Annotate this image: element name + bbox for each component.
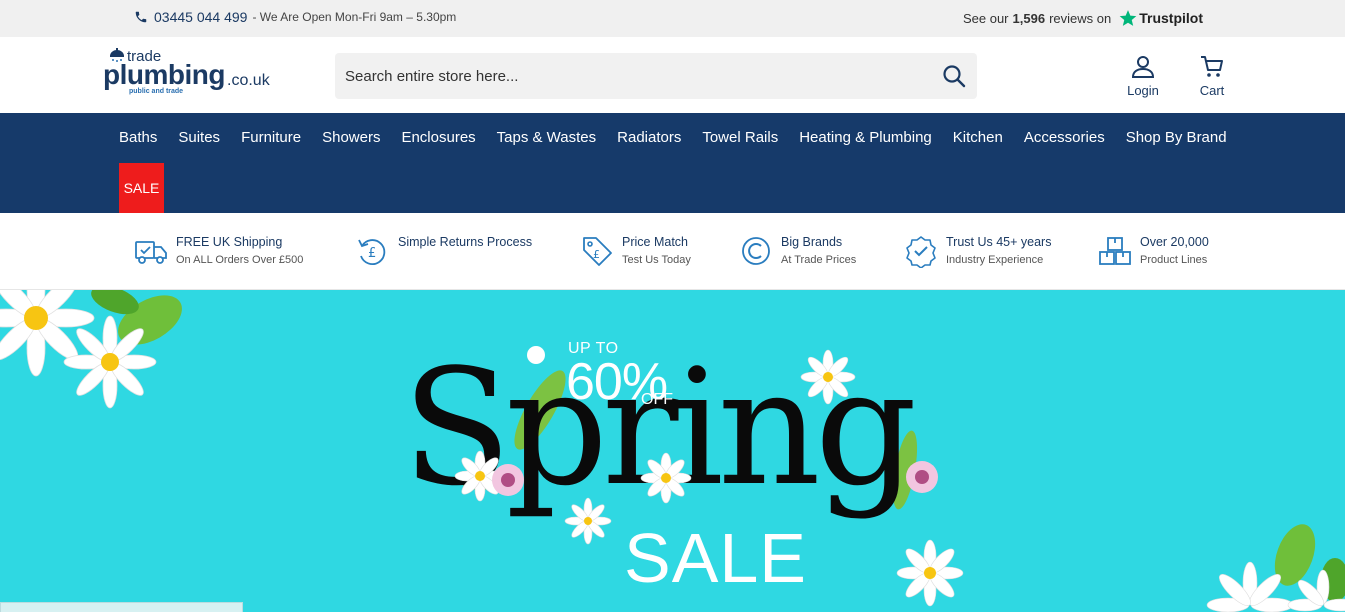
- boxes-icon: [1099, 237, 1131, 265]
- reviews-suffix: reviews on: [1049, 10, 1112, 26]
- usp-big-brands[interactable]: Big Brands At Trade Prices: [739, 234, 856, 270]
- trustpilot-name: Trustpilot: [1139, 10, 1203, 26]
- nav-item-taps-wastes[interactable]: Taps & Wastes: [497, 129, 596, 146]
- cart-label: Cart: [1199, 83, 1225, 98]
- usp-returns[interactable]: £ Simple Returns Process: [356, 234, 532, 268]
- usp-subtitle: Industry Experience: [946, 254, 1044, 266]
- search-bar: [335, 53, 977, 99]
- daisies-headline-image: [454, 346, 964, 607]
- usp-subtitle: Test Us Today: [622, 254, 691, 266]
- cart-icon: [1201, 56, 1223, 77]
- usp-subtitle: At Trade Prices: [781, 254, 857, 266]
- nav-item-baths[interactable]: Baths: [119, 129, 157, 146]
- usp-subtitle: On ALL Orders Over £500: [176, 254, 304, 266]
- nav-menu: Baths Suites Furniture Showers Enclosure…: [119, 129, 1248, 146]
- nav-item-showers[interactable]: Showers: [322, 129, 380, 146]
- nav-item-heating-plumbing[interactable]: Heating & Plumbing: [799, 129, 932, 146]
- usp-title: Big Brands: [781, 235, 843, 249]
- logo-tagline: public and trade: [129, 88, 184, 95]
- user-icon: [1131, 56, 1155, 78]
- reviews-link[interactable]: See our 1,596 reviews on Trustpilot: [963, 9, 1203, 27]
- usp-subtitle: Product Lines: [1140, 254, 1208, 266]
- usp-trust[interactable]: Trust Us 45+ years Industry Experience: [904, 234, 1051, 270]
- login-label: Login: [1127, 83, 1159, 98]
- usp-title: Over 20,000: [1140, 235, 1209, 249]
- reviews-prefix: See our: [962, 10, 1009, 26]
- phone-info[interactable]: 03445 044 499 - We Are Open Mon-Fri 9am …: [134, 9, 456, 25]
- returns-icon: £: [358, 239, 386, 265]
- login-button[interactable]: Login: [1118, 55, 1168, 98]
- usp-title: Price Match: [622, 235, 688, 249]
- usp-title: Simple Returns Process: [398, 235, 533, 249]
- svg-text:£: £: [593, 248, 600, 261]
- nav-item-radiators[interactable]: Radiators: [617, 129, 681, 146]
- search-input[interactable]: [335, 53, 915, 99]
- svg-text:£: £: [368, 246, 376, 261]
- phone-icon: [135, 11, 147, 23]
- trustpilot-star-icon: [1119, 10, 1137, 26]
- daisy-cluster-right-image: [1206, 524, 1345, 612]
- logo-plumbing: plumbing: [103, 59, 225, 90]
- copyright-icon: [742, 237, 770, 265]
- nav-item-towel-rails[interactable]: Towel Rails: [702, 129, 778, 146]
- usp-title: FREE UK Shipping: [176, 235, 283, 249]
- usp-product-lines[interactable]: Over 20,000 Product Lines: [1098, 234, 1209, 270]
- spring-sale-banner[interactable]: Spring UP TO 60% OFF SALE: [0, 290, 1345, 612]
- top-bar: 03445 044 499 - We Are Open Mon-Fri 9am …: [0, 0, 1345, 37]
- nav-item-sale[interactable]: SALE: [119, 163, 164, 213]
- phone-number[interactable]: 03445 044 499: [154, 9, 247, 25]
- nav-item-furniture[interactable]: Furniture: [241, 129, 301, 146]
- nav-item-accessories[interactable]: Accessories: [1024, 129, 1105, 146]
- main-navigation: Baths Suites Furniture Showers Enclosure…: [0, 113, 1345, 213]
- reviews-count: 1,596: [1012, 10, 1046, 26]
- site-header: trade plumbing .co.uk public and trade L…: [0, 37, 1345, 113]
- delivery-truck-icon: [135, 241, 167, 264]
- status-popup-tab[interactable]: [0, 602, 243, 612]
- cart-button[interactable]: Cart: [1187, 55, 1237, 98]
- usp-price-match[interactable]: £ Price Match Test Us Today: [580, 234, 691, 270]
- usp-title: Trust Us 45+ years: [946, 235, 1052, 249]
- price-tag-icon: £: [583, 237, 612, 266]
- badge-check-icon: [906, 236, 936, 268]
- nav-item-suites[interactable]: Suites: [178, 129, 220, 146]
- nav-item-shop-by-brand[interactable]: Shop By Brand: [1126, 129, 1227, 146]
- nav-item-kitchen[interactable]: Kitchen: [953, 129, 1003, 146]
- usp-free-shipping[interactable]: FREE UK Shipping On ALL Orders Over £500: [134, 234, 303, 270]
- logo-domain: .co.uk: [227, 72, 270, 89]
- opening-hours: - We Are Open Mon-Fri 9am – 5.30pm: [252, 10, 457, 24]
- usp-strip: FREE UK Shipping On ALL Orders Over £500…: [0, 213, 1345, 290]
- site-logo[interactable]: trade plumbing .co.uk public and trade: [103, 48, 283, 100]
- search-icon[interactable]: [942, 64, 966, 88]
- daisy-cluster-left-image: [0, 290, 182, 409]
- nav-item-enclosures[interactable]: Enclosures: [401, 129, 475, 146]
